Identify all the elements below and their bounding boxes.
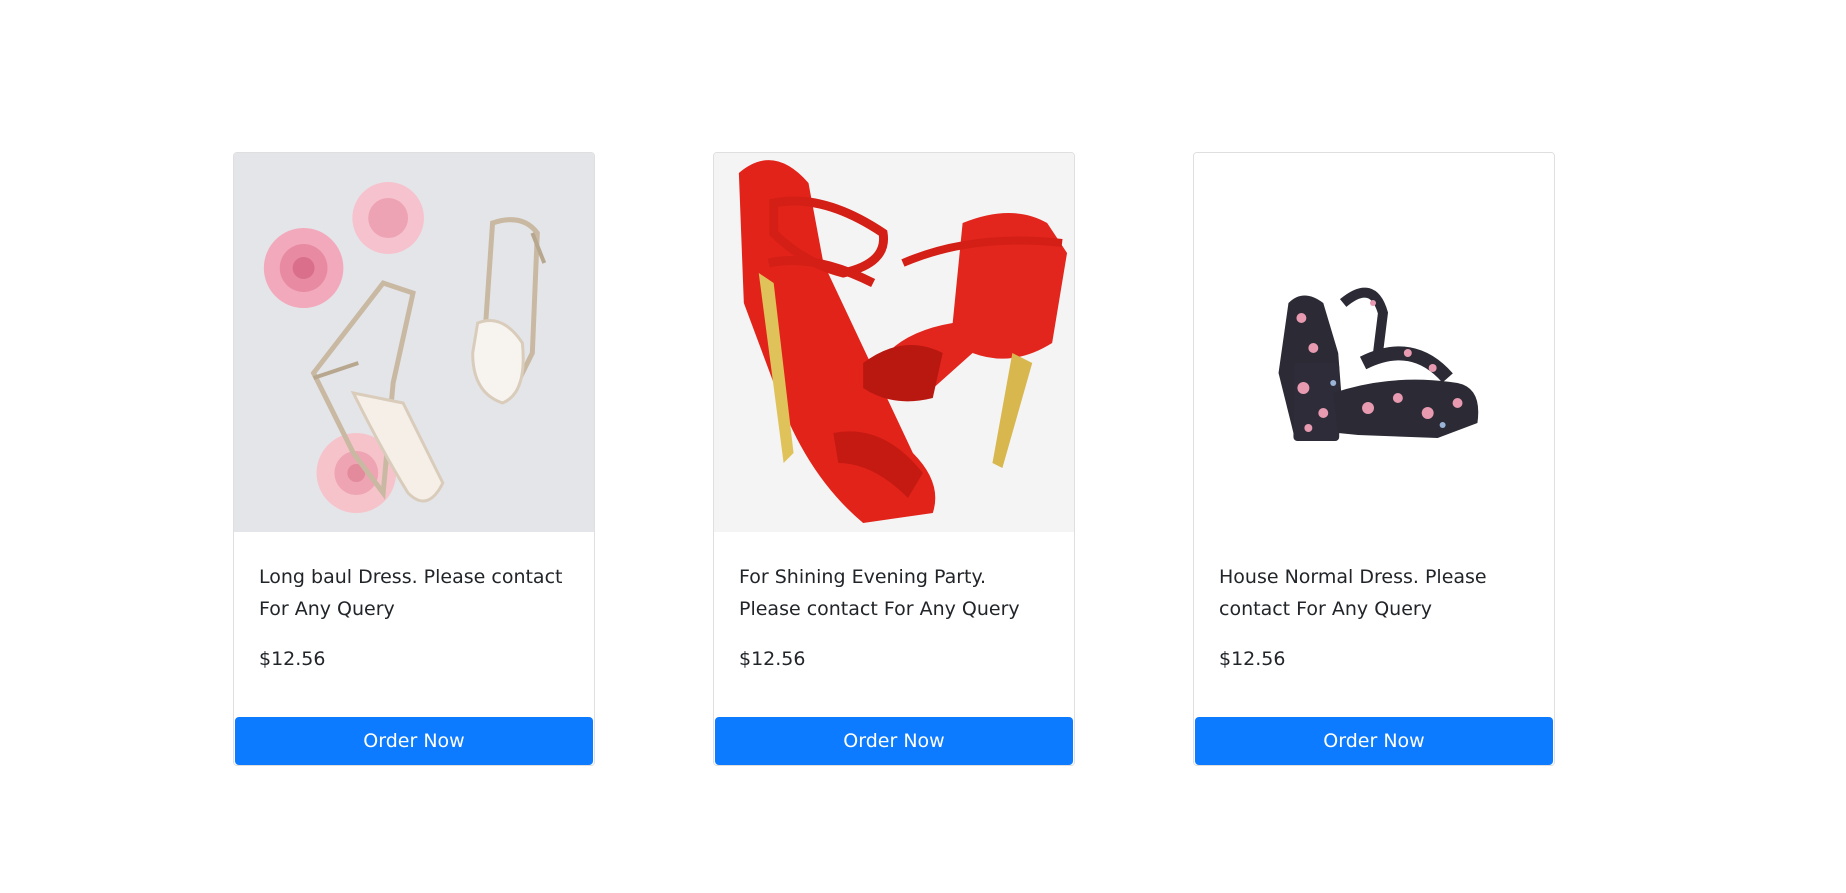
order-now-button[interactable]: Order Now xyxy=(235,717,593,765)
product-description: House Normal Dress. Please contact For A… xyxy=(1219,566,1487,620)
card-body: For Shining Evening Party. Please contac… xyxy=(714,532,1074,673)
product-image xyxy=(234,153,594,532)
product-card-1: Long baul Dress. Please contact For Any … xyxy=(233,152,595,766)
product-price: $12.56 xyxy=(1219,648,1286,670)
product-card-2: For Shining Evening Party. Please contac… xyxy=(713,152,1075,766)
product-price: $12.56 xyxy=(259,648,326,670)
product-row: Long baul Dress. Please contact For Any … xyxy=(233,152,1555,766)
product-price: $12.56 xyxy=(739,648,806,670)
product-image xyxy=(1194,153,1554,532)
product-description: Long baul Dress. Please contact For Any … xyxy=(259,566,563,620)
card-body: House Normal Dress. Please contact For A… xyxy=(1194,532,1554,673)
order-now-button[interactable]: Order Now xyxy=(715,717,1073,765)
card-body: Long baul Dress. Please contact For Any … xyxy=(234,532,594,673)
product-card-3: House Normal Dress. Please contact For A… xyxy=(1193,152,1555,766)
order-now-button[interactable]: Order Now xyxy=(1195,717,1553,765)
product-image xyxy=(714,153,1074,532)
product-description: For Shining Evening Party. Please contac… xyxy=(739,566,1020,620)
